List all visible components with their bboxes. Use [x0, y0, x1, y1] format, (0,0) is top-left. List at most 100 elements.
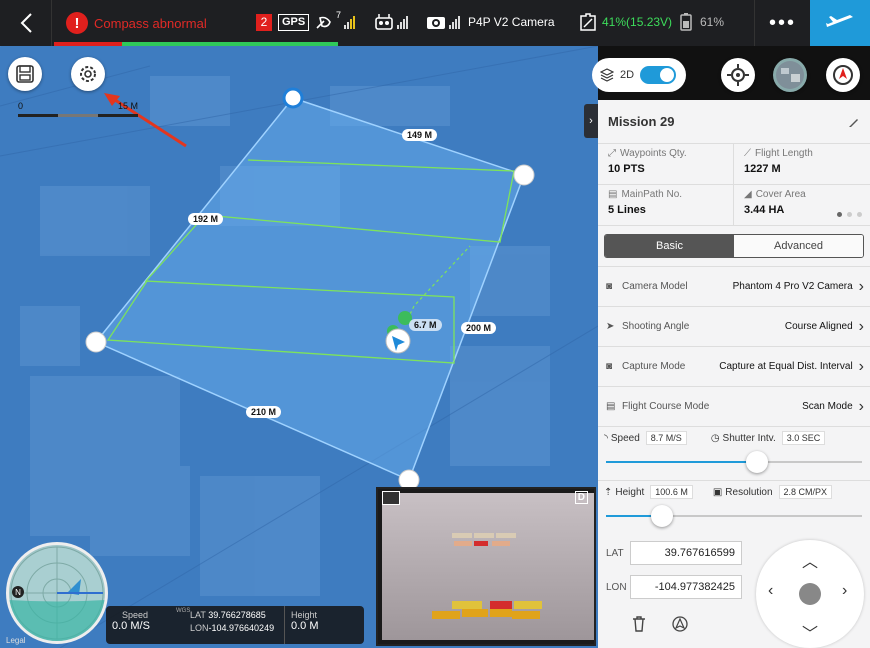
save-mission-button[interactable] [8, 57, 42, 91]
shutter-value: 3.0 SEC [781, 431, 826, 445]
layers-icon [600, 68, 614, 82]
height-label: Height [615, 486, 645, 498]
distance-label: 200 M [461, 322, 497, 334]
stat-mainpath: ▤ MainPath No. 5 Lines [598, 185, 734, 226]
lat-field[interactable]: 39.767616599 [630, 541, 742, 565]
signal-bars-icon [344, 15, 356, 29]
setting-shooting-angle[interactable]: ➤ Shooting Angle Course Aligned › [598, 306, 870, 346]
stat-value: 1227 M [744, 163, 781, 175]
aircraft-battery[interactable]: 41%(15.23V) [578, 11, 672, 33]
lat-label: LAT [606, 547, 624, 559]
setting-camera-model[interactable]: ◙ Camera Model Phantom 4 Pro V2 Camera › [598, 266, 870, 306]
rc-battery-icon [680, 13, 692, 31]
rc-signal-count: 7 [336, 10, 342, 20]
coord-actions [598, 602, 750, 632]
compass-locate-icon [833, 65, 853, 85]
height-slider-block: ⇡ Height 100.6 M ▣ Resolution 2.8 CM/PX [598, 480, 870, 534]
more-menu-button[interactable]: ••• [754, 0, 810, 46]
lon-label: LON [190, 623, 209, 633]
settings-tabs: Basic Advanced [604, 234, 864, 258]
resolution-icon: ▣ [712, 486, 723, 498]
distance-label: 210 M [246, 406, 282, 418]
arrow-up-icon[interactable]: ︿ [802, 548, 818, 572]
display-mode-icon[interactable]: D [574, 491, 588, 504]
telemetry-bar: Speed 0.0 M/S WGS LAT 39.766278685 LON-1… [106, 606, 364, 644]
satellite-map-icon [776, 61, 804, 89]
obstacle-sensing-display [432, 533, 542, 619]
edit-icon[interactable] [848, 116, 860, 128]
setting-value: Phantom 4 Pro V2 Camera [732, 281, 853, 292]
camera-fpv-view[interactable]: D [376, 487, 596, 646]
map-legal-link[interactable]: Legal [6, 636, 26, 645]
chevron-right-icon: › [858, 277, 864, 295]
speed-icon: ◝ [604, 432, 608, 444]
alert-text: Compass abnormal [94, 15, 207, 31]
trash-icon[interactable] [632, 616, 646, 632]
distance-label: 192 M [188, 213, 224, 225]
setting-capture-mode[interactable]: ◙ Capture Mode Capture at Equal Dist. In… [598, 346, 870, 386]
setting-name: Shooting Angle [622, 321, 690, 332]
height-value: 100.6 M [650, 485, 693, 499]
resolution-value: 2.8 CM/PX [778, 485, 833, 499]
rc-battery[interactable]: 61% [678, 11, 724, 33]
rc-signal[interactable]: 7 [314, 10, 356, 33]
map-3d-switch[interactable] [640, 66, 677, 84]
arrow-right-icon[interactable]: › [842, 582, 847, 600]
setting-value: Course Aligned [784, 321, 853, 332]
north-icon: N [12, 586, 24, 598]
setting-value: Capture at Equal Dist. Interval [719, 361, 853, 372]
remote-controller-signal[interactable] [374, 11, 408, 33]
compass-alert[interactable]: ! Compass abnormal [66, 10, 207, 36]
locate-user-button[interactable] [826, 58, 860, 92]
speed-value: 8.7 M/S [645, 431, 687, 445]
gps-system-label: WGS [176, 608, 191, 614]
chevron-left-icon [20, 13, 32, 33]
signal-bars-icon [397, 15, 408, 29]
setting-value: Scan Mode [802, 401, 853, 412]
scale-start: 0 [18, 101, 24, 111]
mission-panel: Mission 29 ⤢ Waypoints Qty. 10 PTS ⟋ Fligh… [598, 100, 870, 648]
speed-slider[interactable] [606, 451, 862, 473]
waypoint-add-icon[interactable] [672, 616, 688, 632]
takeoff-button[interactable] [810, 0, 870, 46]
setting-name: Capture Mode [622, 361, 686, 372]
mission-stats: ⤢ Waypoints Qty. 10 PTS ⟋ Flight Length 12… [598, 144, 870, 226]
stat-label: Flight Length [755, 148, 813, 159]
camera-icon [427, 17, 445, 29]
stat-label: Waypoints Qty. [620, 148, 687, 159]
setting-name: Flight Course Mode [622, 401, 710, 412]
stats-page-indicator[interactable] [837, 212, 862, 217]
map-mode-toggle[interactable]: 2D [592, 58, 686, 92]
crosshair-icon [727, 64, 749, 86]
warning-icon: ! [66, 12, 88, 34]
lon-row: LON -104.977382425 [598, 572, 750, 602]
mission-title: Mission 29 [608, 114, 675, 129]
map-style-button[interactable] [773, 58, 807, 92]
map-scale-bar: 0 15 M [18, 101, 140, 121]
height-slider-thumb[interactable] [651, 505, 674, 527]
back-button[interactable] [0, 0, 52, 46]
arrow-down-icon[interactable]: ﹀ [802, 620, 818, 644]
tab-basic[interactable]: Basic [605, 235, 734, 257]
tab-advanced[interactable]: Advanced [734, 235, 863, 257]
map-view[interactable]: 0 15 M 149 M 192 M 200 M 210 M 6.7 M N L… [0, 46, 598, 648]
speed-value: 0.0 M/S [112, 620, 150, 632]
waypoints-icon: ⤢ [608, 148, 616, 159]
save-icon [16, 65, 34, 83]
top-status-bar: ! Compass abnormal 2 GPS 7 P4P V2 Camera… [0, 0, 870, 46]
lon-field[interactable]: -104.977382425 [630, 575, 742, 599]
satellite-dish-icon [316, 16, 331, 29]
lat-label: LAT [190, 610, 206, 620]
mission-settings-button[interactable] [71, 57, 105, 91]
swap-view-icon[interactable] [382, 491, 400, 505]
setting-flight-course-mode[interactable]: ▤ Flight Course Mode Scan Mode › [598, 386, 870, 426]
gps-status[interactable]: 2 GPS [256, 11, 310, 33]
panel-collapse-button[interactable]: › [584, 104, 598, 138]
dpad-center-button[interactable] [799, 583, 821, 605]
setting-name: Camera Model [622, 281, 688, 292]
height-slider[interactable] [606, 505, 862, 527]
arrow-left-icon[interactable]: ‹ [768, 582, 773, 600]
camera-status[interactable]: P4P V2 Camera [426, 11, 555, 33]
speed-slider-thumb[interactable] [746, 451, 769, 473]
locate-aircraft-button[interactable] [721, 58, 755, 92]
